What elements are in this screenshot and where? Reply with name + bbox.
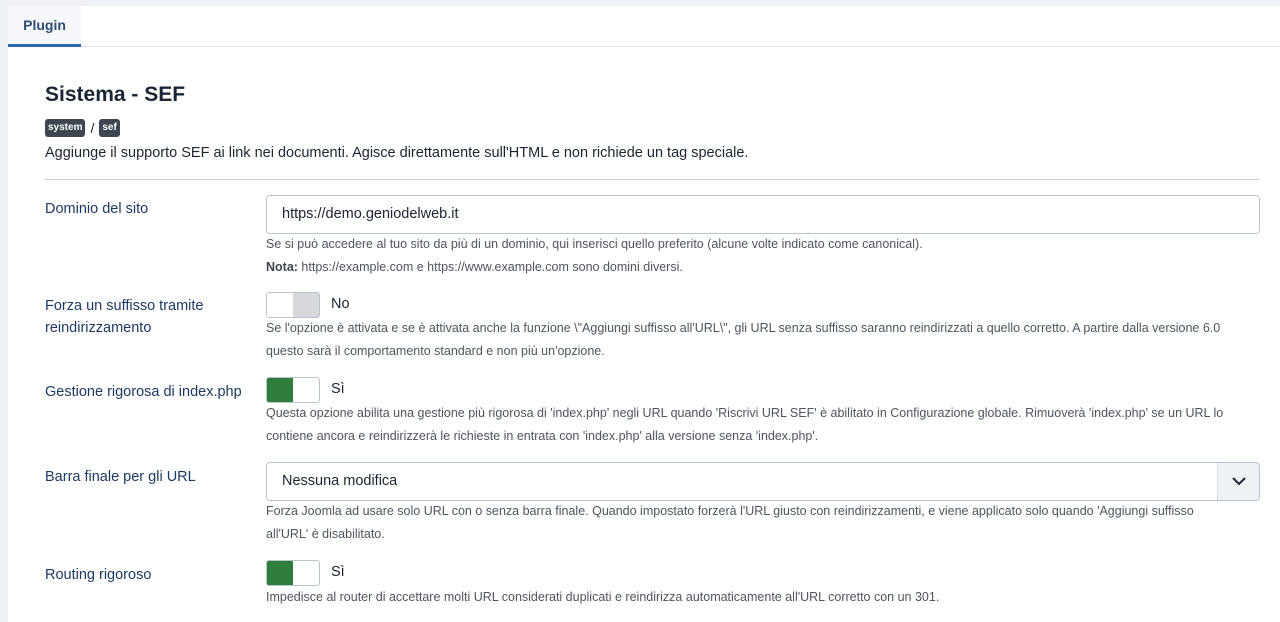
group-badge: system bbox=[45, 119, 86, 137]
plugin-panel: Sistema - SEF system / sef Aggiunge il s… bbox=[8, 47, 1280, 622]
trailing-slash-help-line2: all'URL' è disabilitato. bbox=[266, 527, 385, 541]
trailing-slash-help: Forza Joomla ad usare solo URL con o sen… bbox=[266, 500, 1256, 546]
element-badge: sef bbox=[99, 119, 120, 137]
note-text: https://example.com e https://www.exampl… bbox=[297, 260, 683, 274]
domain-label: Dominio del sito bbox=[45, 201, 149, 217]
strict-routing-state: Sì bbox=[331, 564, 345, 580]
domain-help-text: Se si può accedere al tuo sito da più di… bbox=[266, 237, 923, 251]
toggle-track bbox=[267, 378, 293, 402]
domain-input[interactable]: https://demo.geniodelweb.it bbox=[266, 195, 1260, 234]
trailing-slash-value: Nessuna modifica bbox=[282, 473, 398, 489]
domain-help: Se si può accedere al tuo sito da più di… bbox=[266, 233, 1256, 279]
page-title: Sistema - SEF bbox=[45, 83, 186, 106]
strict-index-help-line2: contiene ancora e reindirizzerà le richi… bbox=[266, 429, 819, 443]
strict-index-help: Questa opzione abilita una gestione più … bbox=[266, 402, 1256, 448]
strict-index-label: Gestione rigorosa di index.php bbox=[45, 384, 242, 400]
plugin-description: Aggiunge il supporto SEF ai link nei doc… bbox=[45, 145, 749, 161]
force-suffix-label: Forza un suffisso tramite reindirizzamen… bbox=[45, 295, 204, 339]
strict-index-toggle[interactable] bbox=[266, 377, 320, 403]
tab-plugin[interactable]: Plugin bbox=[8, 6, 81, 47]
trailing-slash-help-line1: Forza Joomla ad usare solo URL con o sen… bbox=[266, 504, 1194, 518]
force-suffix-toggle[interactable] bbox=[266, 292, 320, 318]
force-suffix-help-line1: Se l'opzione è attivata e se è attivata … bbox=[266, 321, 1221, 335]
note-label: Nota: bbox=[266, 260, 298, 274]
plugin-path: system / sef bbox=[45, 119, 120, 137]
path-separator: / bbox=[90, 120, 95, 136]
strict-routing-toggle[interactable] bbox=[266, 560, 320, 586]
force-suffix-label-line2: reindirizzamento bbox=[45, 320, 152, 336]
trailing-slash-select[interactable]: Nessuna modifica bbox=[266, 462, 1260, 501]
force-suffix-help-line2: questo sarà il comportamento standard e … bbox=[266, 344, 605, 358]
toggle-track bbox=[293, 293, 319, 317]
toggle-knob bbox=[293, 561, 319, 585]
trailing-slash-label: Barra finale per gli URL bbox=[45, 469, 196, 485]
strict-index-state: Sì bbox=[331, 381, 345, 397]
chevron-down-icon bbox=[1217, 463, 1259, 500]
strict-index-help-line1: Questa opzione abilita una gestione più … bbox=[266, 406, 1224, 420]
domain-note: Nota: https://example.com e https://www.… bbox=[266, 256, 1256, 279]
force-suffix-label-line1: Forza un suffisso tramite bbox=[45, 298, 204, 314]
strict-routing-label: Routing rigoroso bbox=[45, 567, 152, 583]
toggle-track bbox=[267, 561, 293, 585]
force-suffix-help: Se l'opzione è attivata e se è attivata … bbox=[266, 317, 1256, 363]
divider bbox=[45, 179, 1259, 180]
strict-routing-help: Impedisce al router di accettare molti U… bbox=[266, 590, 940, 604]
tab-bar: Plugin bbox=[8, 6, 1280, 47]
force-suffix-state: No bbox=[331, 296, 350, 312]
toggle-knob bbox=[293, 378, 319, 402]
toggle-knob bbox=[267, 293, 293, 317]
